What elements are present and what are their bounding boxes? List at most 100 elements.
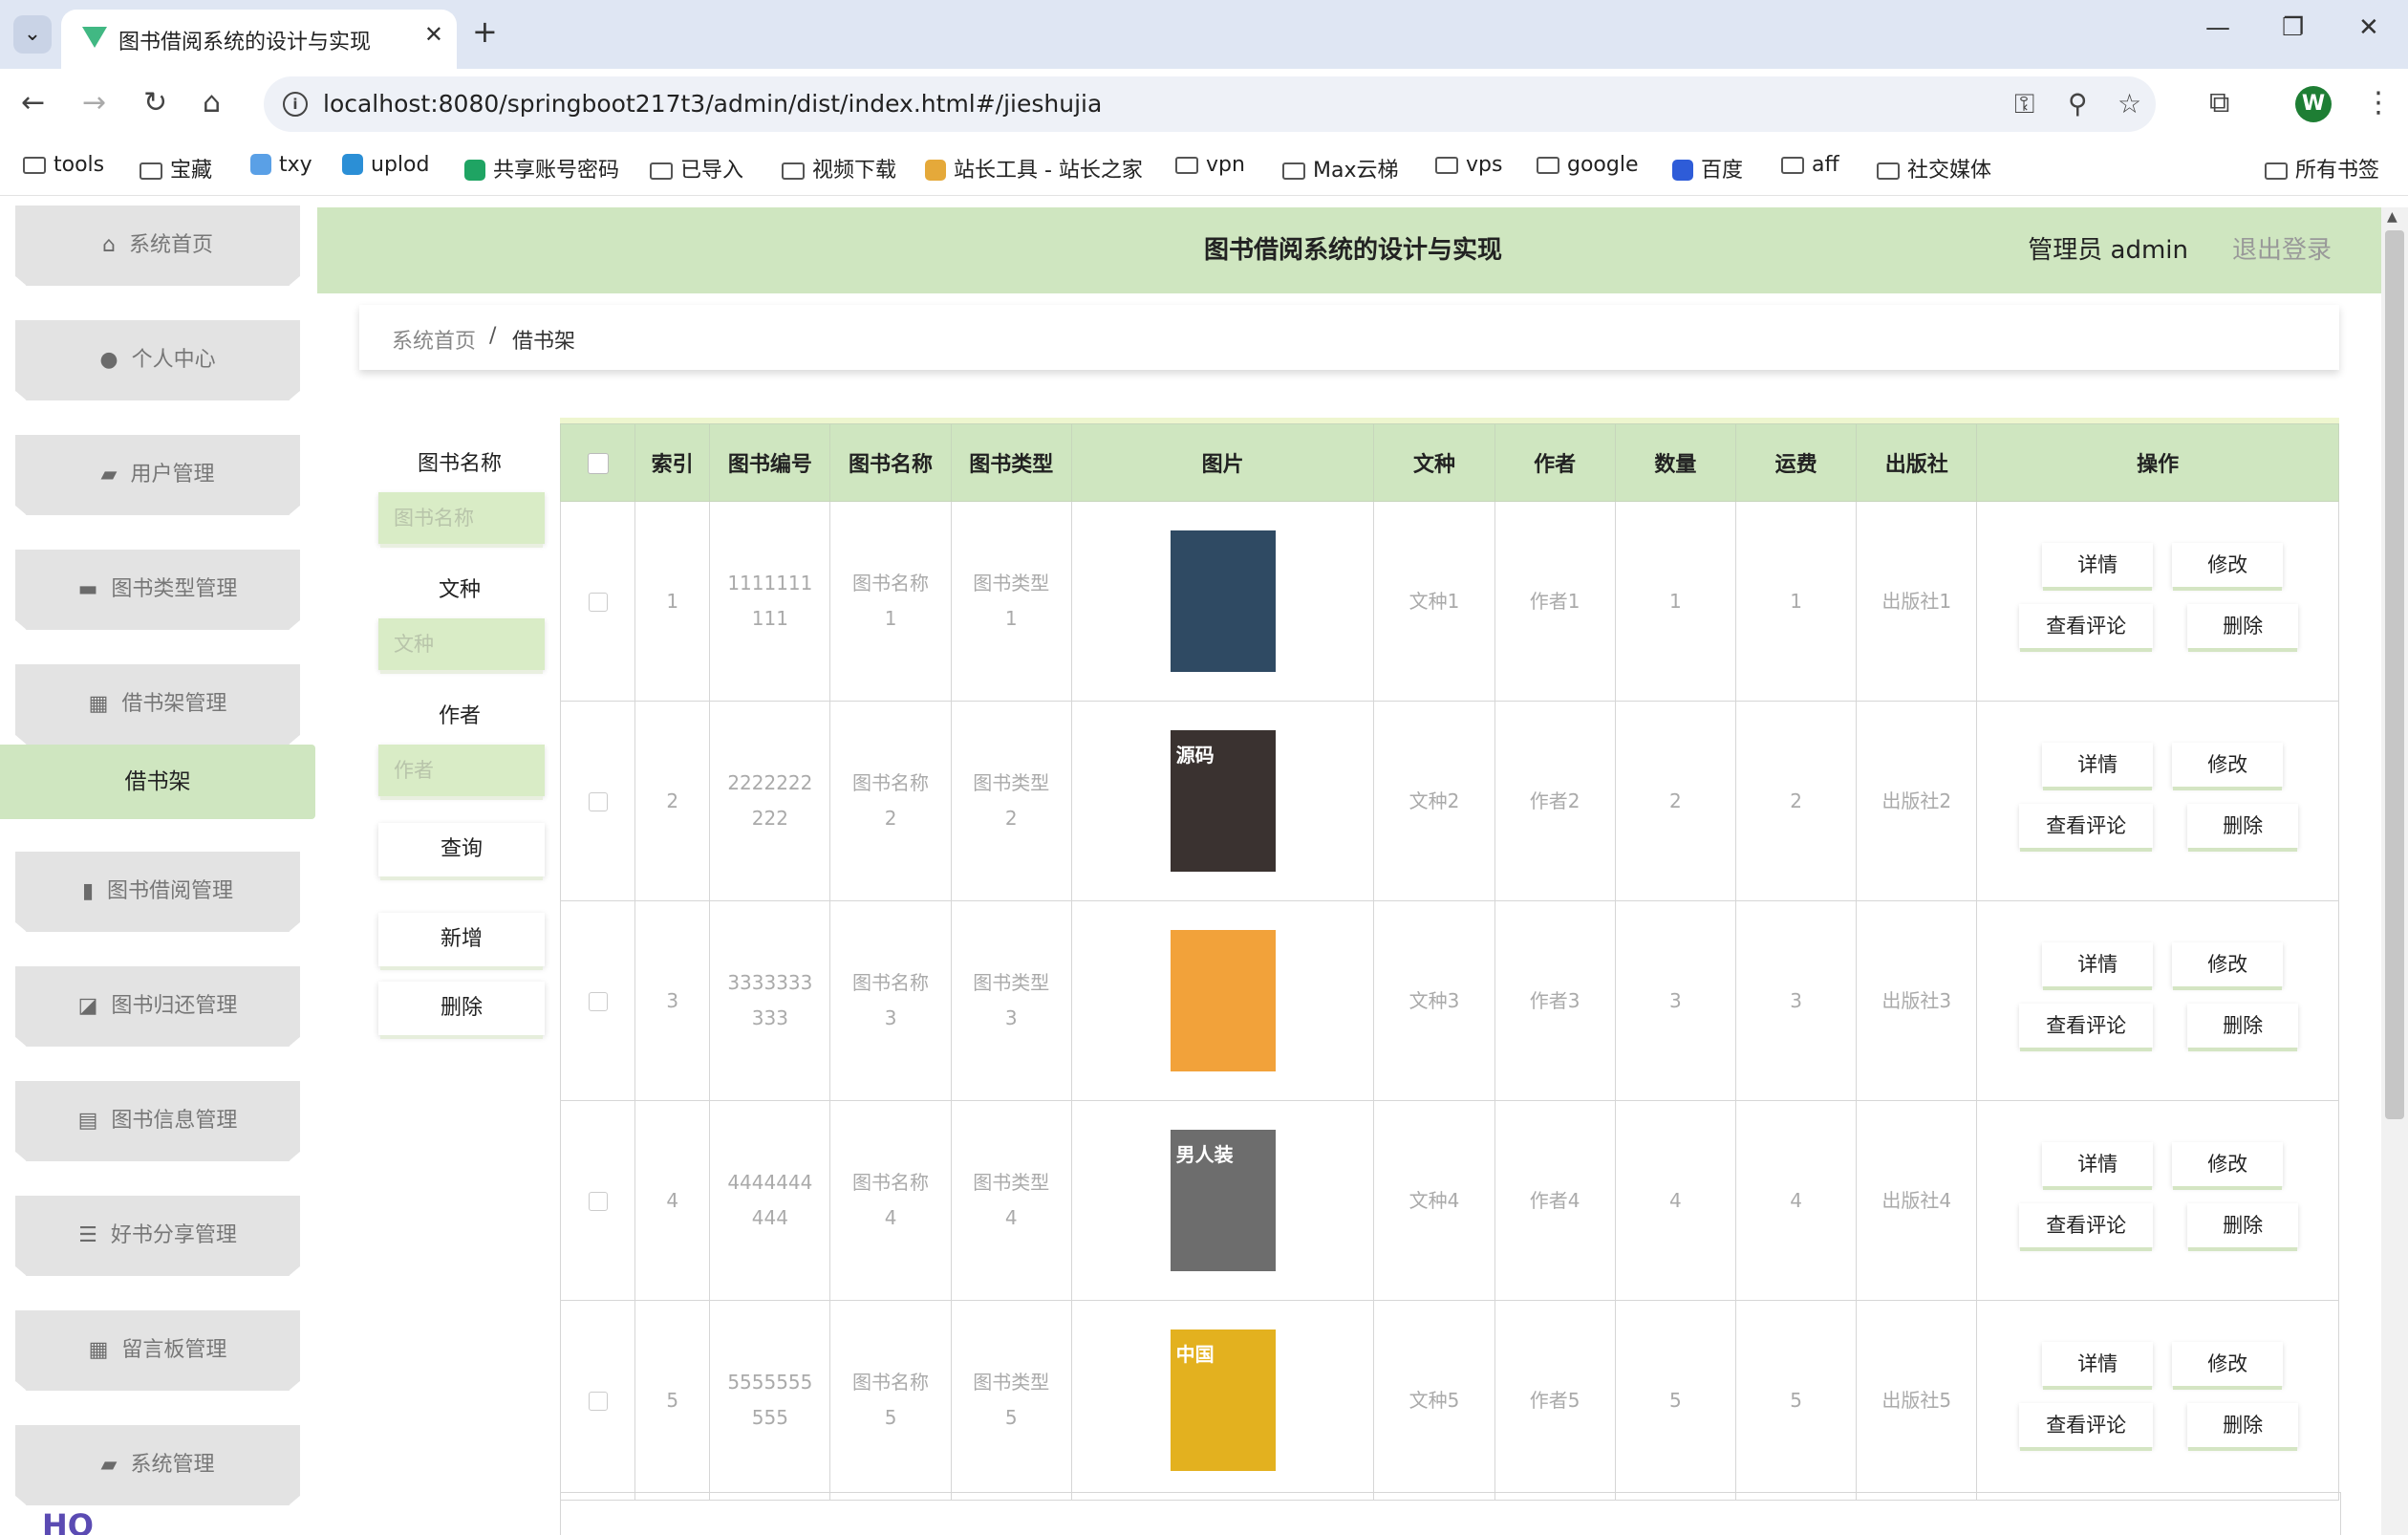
sidebar-item-book-info[interactable]: ▤ 图书信息管理	[15, 1081, 300, 1161]
browser-menu-icon[interactable]: ⋮	[2364, 86, 2393, 119]
view-comments-button[interactable]: 查看评论	[2019, 1004, 2154, 1048]
detail-button[interactable]: 详情	[2042, 1342, 2154, 1386]
book-cover-image[interactable]	[1170, 930, 1276, 1071]
bookmark-item[interactable]: aff	[1781, 153, 1839, 177]
sidebar-item-profile[interactable]: ● 个人中心	[15, 320, 300, 400]
bookmark-item[interactable]: 站长工具 - 站长之家	[925, 153, 1143, 184]
bookmark-item[interactable]: 社交媒体	[1877, 153, 1991, 184]
sidebar-item-messages[interactable]: ▦ 留言板管理	[15, 1310, 300, 1391]
search-label-author: 作者	[438, 704, 481, 728]
cell-name: 图书名称 3	[829, 900, 952, 1101]
row-checkbox[interactable]	[588, 1192, 608, 1211]
detail-button[interactable]: 详情	[2042, 543, 2154, 587]
bookmark-item[interactable]: uplod	[342, 153, 429, 177]
bookmark-item[interactable]: 已导入	[650, 153, 743, 184]
row-checkbox[interactable]	[588, 593, 608, 612]
batch-delete-button[interactable]: 删除	[378, 982, 545, 1035]
search-input-name[interactable]: 图书名称	[378, 492, 545, 544]
view-comments-button[interactable]: 查看评论	[2019, 804, 2154, 848]
bookmark-star-icon[interactable]: ☆	[2118, 88, 2141, 119]
delete-button[interactable]: 删除	[2187, 1403, 2299, 1447]
row-checkbox[interactable]	[588, 992, 608, 1011]
back-icon[interactable]: ←	[21, 86, 45, 119]
tab-search-button[interactable]: ⌄	[13, 15, 52, 54]
bookmark-item[interactable]: 共享账号密码	[464, 153, 619, 184]
restore-icon[interactable]: ❐	[2282, 13, 2304, 42]
bookmark-item[interactable]: 视频下载	[782, 153, 896, 184]
bookmark-item[interactable]: tools	[23, 153, 104, 177]
logout-link[interactable]: 退出登录	[2232, 207, 2332, 293]
sidebar-item-book-types[interactable]: ▬ 图书类型管理	[15, 550, 300, 630]
bookmark-item[interactable]: Max云梯	[1282, 153, 1398, 184]
bookmark-item[interactable]: 宝藏	[140, 153, 212, 184]
scroll-up-icon[interactable]: ▲	[2387, 209, 2397, 225]
cover-text: 源码	[1175, 744, 1215, 767]
view-comments-button[interactable]: 查看评论	[2019, 1203, 2154, 1247]
bookmark-item[interactable]: google	[1537, 153, 1639, 177]
edit-button[interactable]: 修改	[2172, 1142, 2284, 1186]
book-cover-image[interactable]	[1170, 530, 1276, 672]
select-all-header[interactable]	[559, 423, 636, 502]
edit-button[interactable]: 修改	[2172, 543, 2284, 587]
minimize-icon[interactable]: —	[2205, 13, 2230, 42]
bookmark-item[interactable]: vpn	[1175, 153, 1245, 177]
sidebar-item-home[interactable]: ⌂ 系统首页	[15, 205, 300, 286]
new-tab-icon[interactable]: +	[472, 13, 498, 50]
view-comments-button[interactable]: 查看评论	[2019, 1403, 2154, 1447]
detail-button[interactable]: 详情	[2042, 1142, 2154, 1186]
delete-button[interactable]: 删除	[2187, 604, 2299, 648]
edit-button[interactable]: 修改	[2172, 743, 2284, 787]
search-input-author[interactable]: 作者	[378, 745, 545, 796]
all-bookmarks[interactable]: 所有书签	[2265, 153, 2379, 184]
table-row: 5 5555555 555 图书名称 5 图书类型 5 中国 文种5 作者5 5 5 出版社5 详情 修改查…	[559, 1300, 2339, 1501]
delete-button[interactable]: 删除	[2187, 1004, 2299, 1048]
sidebar-item-share[interactable]: ☰ 好书分享管理	[15, 1196, 300, 1276]
edit-button[interactable]: 修改	[2172, 942, 2284, 986]
search-input-language[interactable]: 文种	[378, 618, 545, 670]
row-select-cell[interactable]	[559, 501, 636, 702]
book-cover-image[interactable]: 中国	[1170, 1330, 1276, 1471]
select-all-checkbox[interactable]	[587, 452, 609, 474]
sidebar-submenu-shelf[interactable]: 借书架	[0, 745, 315, 819]
detail-button[interactable]: 详情	[2042, 942, 2154, 986]
row-checkbox[interactable]	[588, 1392, 608, 1411]
breadcrumb-home[interactable]: 系统首页	[392, 324, 476, 355]
sidebar-item-return[interactable]: ◪ 图书归还管理	[15, 966, 300, 1047]
bookmark-item[interactable]: 百度	[1672, 153, 1743, 184]
home-browser-icon[interactable]: ⌂	[203, 86, 221, 119]
scrollbar-thumb[interactable]	[2385, 230, 2404, 1119]
browser-tab[interactable]: 图书借阅系统的设计与实现 ✕	[61, 10, 457, 69]
window-close-icon[interactable]: ✕	[2358, 13, 2379, 42]
forward-icon[interactable]: →	[82, 86, 106, 119]
delete-button[interactable]: 删除	[2187, 804, 2299, 848]
view-comments-button[interactable]: 查看评论	[2019, 604, 2154, 648]
tab-close-icon[interactable]: ✕	[424, 21, 443, 48]
row-select-cell[interactable]	[559, 1100, 636, 1301]
profile-avatar[interactable]: W	[2295, 86, 2332, 122]
bookmark-item[interactable]: vps	[1435, 153, 1502, 177]
row-select-cell[interactable]	[559, 701, 636, 901]
sidebar-item-system[interactable]: ▰ 系统管理	[15, 1425, 300, 1505]
site-info-icon[interactable]: i	[283, 92, 308, 117]
sidebar-item-borrow[interactable]: ▮ 图书借阅管理	[15, 852, 300, 932]
zoom-icon[interactable]: ⚲	[2068, 88, 2088, 119]
detail-button[interactable]: 详情	[2042, 743, 2154, 787]
book-cover-image[interactable]: 源码	[1170, 730, 1276, 872]
address-bar[interactable]: i localhost:8080/springboot217t3/admin/d…	[264, 76, 2156, 132]
row-select-cell[interactable]	[559, 900, 636, 1101]
url-text[interactable]: localhost:8080/springboot217t3/admin/dis…	[323, 90, 1102, 118]
query-button[interactable]: 查询	[378, 823, 545, 876]
edit-button[interactable]: 修改	[2172, 1342, 2284, 1386]
bookmark-item[interactable]: txy	[250, 153, 312, 177]
sidebar-item-shelf-manage[interactable]: ▦ 借书架管理	[15, 664, 300, 745]
extensions-icon[interactable]: ⧉	[2209, 86, 2229, 119]
add-button[interactable]: 新增	[378, 913, 545, 966]
row-select-cell[interactable]	[559, 1300, 636, 1501]
sidebar-item-users[interactable]: ▰ 用户管理	[15, 435, 300, 515]
row-checkbox[interactable]	[588, 792, 608, 811]
password-key-icon[interactable]: ⚿	[2014, 88, 2034, 120]
reload-icon[interactable]: ↻	[143, 86, 167, 119]
delete-button[interactable]: 删除	[2187, 1203, 2299, 1247]
book-cover-image[interactable]: 男人装	[1170, 1130, 1276, 1271]
cell-image: 中国	[1070, 1300, 1375, 1501]
